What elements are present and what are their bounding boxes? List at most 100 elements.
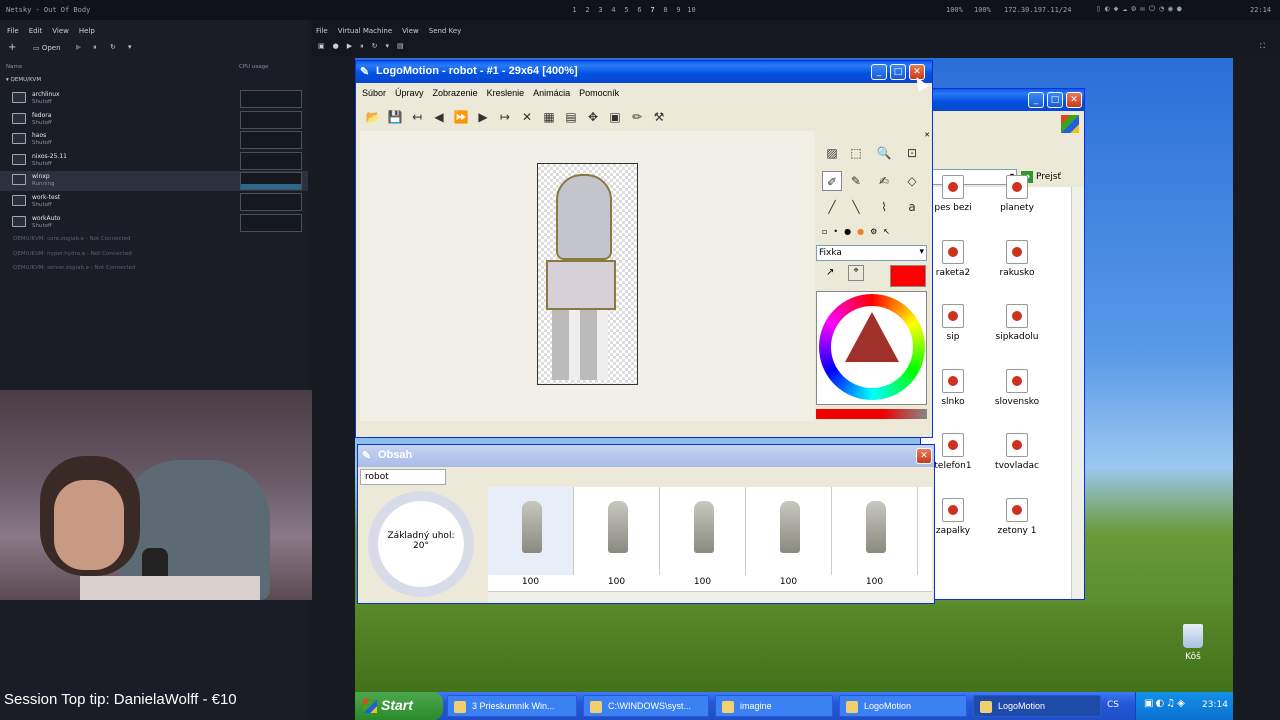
animation-frame[interactable]: 100 — [746, 487, 832, 587]
maximize-button[interactable]: □ — [890, 64, 906, 80]
task-button[interactable]: C:\WINDOWS\syst... — [583, 695, 709, 717]
animation-frame[interactable]: 100 — [660, 487, 746, 587]
copy-frame-icon[interactable]: ▤ — [562, 108, 580, 126]
connection-item[interactable]: QEMU/KVM: core.zoglab.e - Not Connected — [13, 236, 131, 242]
pipette-icon[interactable]: ↗ — [826, 267, 834, 278]
obsah-titlebar[interactable]: ✎ Obsah — [358, 445, 934, 467]
workspace-5[interactable]: 5 — [620, 6, 633, 14]
task-button[interactable]: LogoMotion — [973, 695, 1101, 717]
move-icon[interactable]: ✥ — [584, 108, 602, 126]
workspace-2[interactable]: 2 — [581, 6, 594, 14]
connection-item[interactable]: QEMU/KVM: hyper.hydra.e - Not Connected — [13, 251, 132, 257]
fit-tool-icon[interactable]: ⊡ — [902, 143, 922, 163]
connection-item[interactable]: QEMU/KVM: server.zoglab.e - Not Connecte… — [13, 265, 136, 271]
run-icon[interactable]: ▶ — [76, 43, 81, 51]
tray-icons[interactable]: ▯◐◆☁⚙✉⏻◔◉● — [1096, 4, 1186, 14]
tray-icons[interactable]: ▣◐♫◈ — [1144, 698, 1187, 709]
pause-icon[interactable]: ⏸ — [93, 43, 97, 52]
file-icon-item[interactable]: tvovladac — [987, 433, 1047, 471]
animation-frame[interactable]: 100 — [574, 487, 660, 587]
lm-menu-item[interactable]: Kreslenie — [487, 88, 525, 98]
horizontal-scrollbar[interactable] — [488, 591, 932, 603]
select-tool-icon[interactable]: ⬚ — [846, 143, 866, 163]
start-button[interactable]: Start — [355, 692, 443, 720]
close-button[interactable]: ✕ — [916, 448, 932, 464]
task-button[interactable]: 3 Prieskumník Win... — [447, 695, 577, 717]
vm-row[interactable]: fedora Shutoff — [0, 110, 308, 130]
vertical-scrollbar[interactable] — [1071, 187, 1084, 599]
lm-menu-item[interactable]: Súbor — [362, 88, 386, 98]
vm-row[interactable]: work-test Shutoff — [0, 192, 308, 212]
workspace-10[interactable]: 10 — [685, 6, 698, 14]
lm-menu-item[interactable]: Zobrazenie — [433, 88, 478, 98]
lm-menu-item[interactable]: Úpravy — [395, 88, 424, 98]
workspace-1[interactable]: 1 — [568, 6, 581, 14]
magic-icon[interactable]: ⚒ — [650, 108, 668, 126]
dropdown-icon[interactable]: ▾ — [128, 43, 132, 51]
prev-frame-icon[interactable]: ◀ — [430, 108, 448, 126]
close-button[interactable]: ✕ — [1066, 92, 1082, 108]
file-icon-item[interactable]: rakusko — [987, 239, 1047, 278]
minimize-button[interactable]: _ — [1028, 92, 1044, 108]
color-triangle[interactable] — [845, 312, 899, 362]
zoom-tool-icon[interactable]: 🔍 — [874, 143, 894, 163]
minimize-button[interactable]: _ — [871, 64, 887, 80]
reboot-icon[interactable]: ↻ — [110, 43, 116, 51]
connection-group[interactable]: ▾ QEMU/KVM — [6, 77, 41, 83]
vm-row[interactable]: haos Shutoff — [0, 130, 308, 150]
fast-forward-icon[interactable]: ⏩ — [452, 108, 470, 126]
workspace-4[interactable]: 4 — [607, 6, 620, 14]
base-angle-dial[interactable]: Základný uhol: 20° — [368, 491, 474, 597]
animation-frame[interactable]: 100 — [832, 487, 918, 587]
sprite-name-field[interactable]: robot — [360, 469, 446, 485]
last-frame-icon[interactable]: ↦ — [496, 108, 514, 126]
language-indicator[interactable]: CS — [1107, 700, 1119, 710]
lm-menu-item[interactable]: Pomocník — [579, 88, 619, 98]
curve-tool-icon[interactable]: ⌇ — [874, 197, 894, 217]
workspace-switcher[interactable]: 1 2 3 4 5 6 7 8 9 10 — [568, 6, 698, 14]
workspace-7[interactable]: 7 — [646, 6, 659, 14]
pen-type-select[interactable]: Fixka ▾ — [816, 245, 927, 261]
panel-close-icon[interactable]: ✕ — [924, 131, 930, 139]
save-icon[interactable]: 💾 — [386, 108, 404, 126]
task-button[interactable]: imagine — [715, 695, 833, 717]
workspace-9[interactable]: 9 — [672, 6, 685, 14]
text-tool-icon[interactable]: a — [902, 197, 922, 217]
vmm-menu-item[interactable]: File — [7, 27, 19, 35]
play-icon[interactable]: ▶ — [474, 108, 492, 126]
brush-size-selector[interactable]: ▫•●●⚙↖ — [822, 227, 896, 236]
gradient-tool-icon[interactable]: ▨ — [822, 143, 842, 163]
vm-menu-item[interactable]: View — [402, 27, 419, 35]
open-icon[interactable]: 📂 — [364, 108, 382, 126]
pen-tool-icon[interactable]: ✎ — [846, 171, 866, 191]
vm-toolbar-icons[interactable]: ▣●▶⏸↻▾▤ — [318, 42, 412, 51]
marker-tool-icon[interactable]: ✐ — [822, 171, 842, 191]
vm-row[interactable]: winxp Running — [0, 171, 308, 192]
color-wheel[interactable] — [819, 294, 925, 400]
vmm-menu-item[interactable]: View — [52, 27, 69, 35]
frames-icon[interactable]: ▦ — [540, 108, 558, 126]
current-color-swatch[interactable] — [890, 265, 926, 287]
image-icon[interactable]: ▣ — [606, 108, 624, 126]
vmm-menu-item[interactable]: Help — [79, 27, 95, 35]
file-icon-item[interactable]: zetony 1 — [987, 497, 1047, 536]
line2-tool-icon[interactable]: ╲ — [846, 197, 866, 217]
brush-tool-icon[interactable]: ✍ — [874, 171, 894, 191]
file-icon-item[interactable]: sipkadolu — [987, 304, 1047, 342]
lm-menu-item[interactable]: Animácia — [533, 88, 570, 98]
file-icon-item[interactable]: planety — [987, 175, 1047, 213]
fullscreen-icon[interactable]: ⛶ — [1260, 42, 1265, 51]
open-button[interactable]: ▭ Open — [33, 44, 61, 52]
line-tool-icon[interactable]: ╱ — [822, 197, 842, 217]
workspace-6[interactable]: 6 — [633, 6, 646, 14]
workspace-8[interactable]: 8 — [659, 6, 672, 14]
recycle-bin[interactable]: Kôš — [1175, 624, 1211, 662]
maximize-button[interactable]: □ — [1047, 92, 1063, 108]
vmm-menu-item[interactable]: Edit — [29, 27, 43, 35]
vm-menu-item[interactable]: Virtual Machine — [338, 27, 392, 35]
color-wheel-panel[interactable] — [816, 291, 927, 405]
vm-menu-item[interactable]: File — [316, 27, 328, 35]
animation-frame[interactable]: 100 — [488, 487, 574, 587]
workspace-3[interactable]: 3 — [594, 6, 607, 14]
logomotion-titlebar[interactable]: ✎ LogoMotion - robot - #1 - 29x64 [400%] — [356, 61, 932, 83]
